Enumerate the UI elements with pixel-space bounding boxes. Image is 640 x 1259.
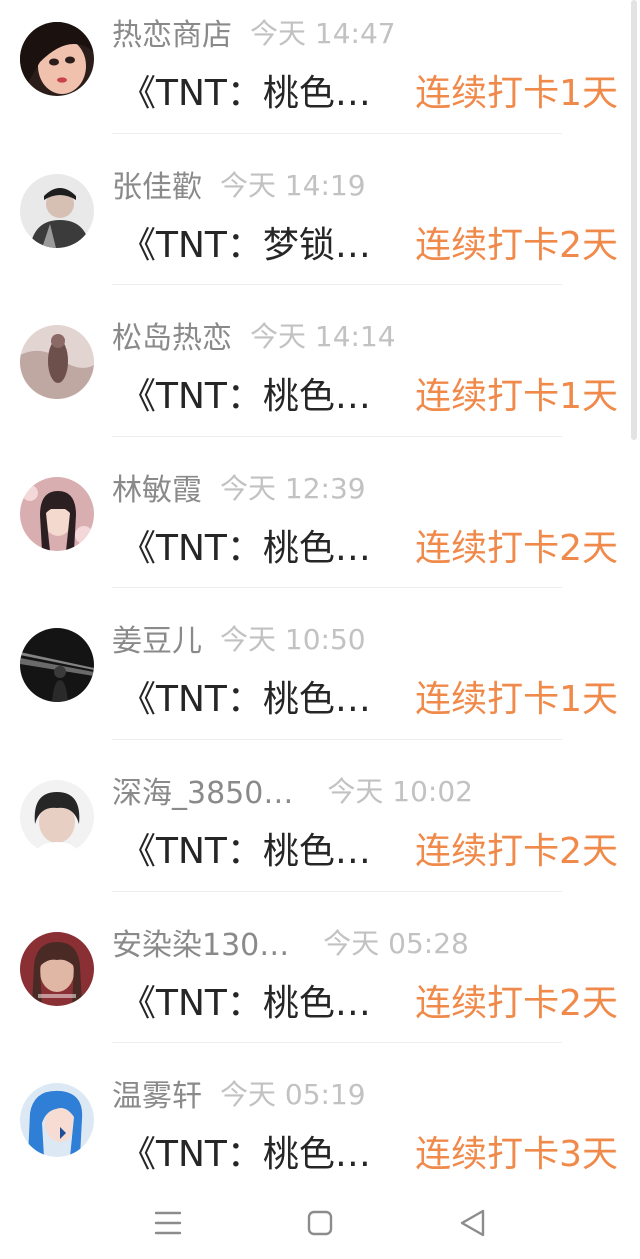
streak-label: 连续打卡2天: [415, 527, 618, 569]
user-name[interactable]: 热恋商店: [112, 10, 232, 54]
avatar-image: [20, 628, 94, 703]
avatar-image: [20, 1083, 94, 1158]
menu-button[interactable]: [138, 1195, 198, 1251]
list-item[interactable]: 深海_3850… 今天 10:02 《TNT：桃色… 连续打卡2天: [0, 740, 640, 892]
avatar[interactable]: [20, 1083, 94, 1158]
streak-label: 连续打卡1天: [415, 679, 618, 721]
list-item[interactable]: 温雾轩 今天 05:19 《TNT：桃色… 连续打卡3天: [0, 1043, 640, 1195]
scrollbar[interactable]: [631, 0, 637, 440]
user-name[interactable]: 姜豆儿: [112, 616, 202, 660]
book-title[interactable]: 《TNT：桃色…: [120, 670, 371, 722]
avatar-image: [20, 476, 94, 551]
streak-label: 连续打卡2天: [415, 224, 618, 266]
system-navigation-bar: [0, 1191, 640, 1259]
avatar[interactable]: [20, 22, 94, 96]
square-home-icon: [307, 1210, 333, 1236]
book-title[interactable]: 《TNT：桃色…: [120, 974, 371, 1026]
user-name[interactable]: 张佳歡: [112, 162, 202, 206]
streak-label: 连续打卡1天: [415, 73, 618, 114]
entry-meta: 深海_3850… 今天 10:02: [112, 768, 473, 812]
list-item[interactable]: 张佳歡 今天 14:19 《TNT：梦锁… 连续打卡2天: [0, 134, 640, 286]
streak-label: 连续打卡2天: [415, 982, 618, 1024]
book-title[interactable]: 《TNT：桃色…: [120, 367, 371, 419]
checkin-list: 热恋商店 今天 14:47 《TNT：桃色… 连续打卡1天 张佳歡 今天 14:…: [0, 0, 640, 1195]
triangle-back-icon: [460, 1209, 485, 1237]
entry-meta: 安染染130… 今天 05:28: [112, 920, 469, 964]
avatar-image: [20, 931, 94, 1006]
user-name[interactable]: 温雾轩: [112, 1071, 202, 1115]
avatar[interactable]: [20, 476, 94, 551]
timestamp: 今天 05:28: [323, 926, 469, 960]
user-name[interactable]: 安染染130…: [112, 920, 289, 964]
streak-label: 连续打卡3天: [415, 1134, 618, 1176]
book-title[interactable]: 《TNT：桃色…: [120, 64, 371, 116]
list-item[interactable]: 姜豆儿 今天 10:50 《TNT：桃色… 连续打卡1天: [0, 588, 640, 740]
avatar[interactable]: [20, 173, 94, 248]
avatar[interactable]: [20, 628, 94, 703]
timestamp: 今天 10:50: [220, 623, 366, 657]
timestamp: 今天 10:02: [327, 774, 473, 808]
user-name[interactable]: 林敏霞: [112, 465, 202, 509]
timestamp: 今天 05:19: [220, 1078, 366, 1112]
avatar-image: [20, 779, 94, 854]
avatar-image: [20, 22, 94, 96]
avatar-image: [20, 173, 94, 248]
timestamp: 今天 12:39: [220, 471, 366, 505]
avatar-image: [20, 325, 94, 400]
menu-icon: [154, 1211, 182, 1235]
book-title[interactable]: 《TNT：桃色…: [120, 1125, 371, 1177]
streak-label: 连续打卡2天: [415, 830, 618, 872]
entry-meta: 温雾轩 今天 05:19: [112, 1071, 366, 1115]
book-title[interactable]: 《TNT：梦锁…: [120, 216, 371, 268]
user-name[interactable]: 松岛热恋: [112, 313, 232, 357]
list-item[interactable]: 林敏霞 今天 12:39 《TNT：桃色… 连续打卡2天: [0, 437, 640, 589]
streak-label: 连续打卡1天: [415, 376, 618, 418]
list-item[interactable]: 安染染130… 今天 05:28 《TNT：桃色… 连续打卡2天: [0, 892, 640, 1044]
entry-meta: 姜豆儿 今天 10:50: [112, 616, 366, 660]
timestamp: 今天 14:14: [250, 320, 396, 354]
entry-meta: 林敏霞 今天 12:39: [112, 465, 366, 509]
home-button[interactable]: [290, 1195, 350, 1251]
user-name[interactable]: 深海_3850…: [112, 768, 293, 812]
entry-meta: 张佳歡 今天 14:19: [112, 162, 366, 206]
book-title[interactable]: 《TNT：桃色…: [120, 822, 371, 874]
avatar[interactable]: [20, 931, 94, 1006]
back-button[interactable]: [443, 1195, 503, 1251]
avatar[interactable]: [20, 325, 94, 400]
book-title[interactable]: 《TNT：桃色…: [120, 519, 371, 571]
entry-meta: 热恋商店 今天 14:47: [112, 10, 396, 54]
entry-meta: 松岛热恋 今天 14:14: [112, 313, 396, 357]
timestamp: 今天 14:19: [220, 168, 366, 202]
avatar[interactable]: [20, 779, 94, 854]
list-item[interactable]: 松岛热恋 今天 14:14 《TNT：桃色… 连续打卡1天: [0, 285, 640, 437]
list-item[interactable]: 热恋商店 今天 14:47 《TNT：桃色… 连续打卡1天: [0, 0, 640, 134]
timestamp: 今天 14:47: [250, 17, 396, 50]
